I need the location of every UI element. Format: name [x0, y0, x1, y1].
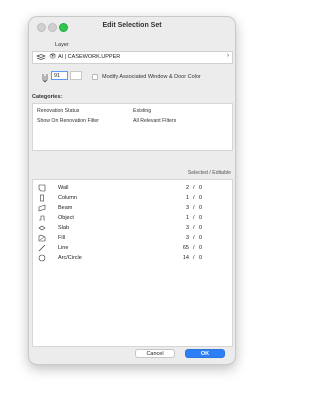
selected-count: 3	[185, 235, 189, 241]
list-item[interactable]: Column 1 / 0	[33, 193, 232, 203]
editable-count: 0	[199, 185, 203, 191]
item-name: Line	[58, 245, 69, 251]
layers-icon	[36, 54, 46, 60]
category-row[interactable]: Show On Renovation Filter All Relevant F…	[37, 118, 227, 124]
item-name: Beam	[58, 205, 73, 211]
selected-editable-header: Selected / Editable	[187, 170, 231, 176]
pen-number-field[interactable]: 91	[51, 71, 68, 80]
categories-table: Renovation Status Existing Show On Renov…	[32, 103, 233, 151]
list-item[interactable]: Object 1 / 0	[33, 213, 232, 223]
item-name: Column	[58, 195, 77, 201]
category-value: All Relevant Filters	[133, 118, 177, 124]
eye-icon: 👁	[49, 54, 57, 60]
categories-label: Categories:	[32, 94, 63, 100]
category-value: Existing	[133, 108, 152, 114]
item-name: Wall	[58, 185, 69, 191]
cancel-button[interactable]: Cancel	[135, 349, 175, 358]
separator: /	[193, 235, 195, 241]
separator: /	[193, 195, 195, 201]
pen-color-swatch[interactable]	[70, 71, 82, 80]
list-item[interactable]: Arc/Circle 14 / 0	[33, 253, 232, 263]
category-row[interactable]: Renovation Status Existing	[37, 108, 227, 114]
editable-count: 0	[199, 235, 203, 241]
editable-count: 0	[199, 245, 203, 251]
selected-count: 3	[185, 225, 189, 231]
pen-icon	[42, 74, 48, 83]
separator: /	[193, 215, 195, 221]
layer-label: Layer	[55, 42, 69, 48]
editable-count: 0	[199, 225, 203, 231]
list-item[interactable]: Wall 2 / 0	[33, 183, 232, 193]
editable-count: 0	[199, 215, 203, 221]
editable-count: 0	[199, 205, 203, 211]
selected-count: 3	[185, 205, 189, 211]
ok-button[interactable]: OK	[185, 349, 225, 358]
editable-count: 0	[199, 255, 203, 261]
item-name: Object	[58, 215, 74, 221]
slab-icon	[38, 225, 46, 231]
layer-selector[interactable]: 👁 AI | CASEWORK.UPPER ›	[32, 51, 233, 64]
fill-icon	[38, 234, 46, 242]
selected-count: 1	[185, 215, 189, 221]
list-item[interactable]: Fill 3 / 0	[33, 233, 232, 243]
item-name: Arc/Circle	[58, 255, 82, 261]
list-item[interactable]: Slab 3 / 0	[33, 223, 232, 233]
list-item[interactable]: Line 65 / 0	[33, 243, 232, 253]
category-name: Renovation Status	[37, 108, 80, 114]
title-bar: Edit Selection Set	[29, 17, 235, 37]
edit-selection-set-dialog: Edit Selection Set Layer 👁 AI | CASEWORK…	[28, 16, 236, 365]
separator: /	[193, 185, 195, 191]
modify-window-door-color-label: Modify Associated Window & Door Color	[102, 74, 201, 80]
editable-count: 0	[199, 195, 203, 201]
wall-icon	[38, 184, 46, 192]
separator: /	[193, 205, 195, 211]
category-name: Show On Renovation Filter	[37, 118, 99, 124]
arc-circle-icon	[38, 254, 46, 262]
selected-count: 65	[182, 245, 189, 251]
line-icon	[38, 244, 46, 252]
window-title: Edit Selection Set	[102, 22, 162, 29]
item-name: Fill	[58, 235, 66, 241]
object-icon	[39, 215, 45, 221]
list-item[interactable]: Beam 3 / 0	[33, 203, 232, 213]
selected-count: 1	[185, 195, 189, 201]
element-type-list: Wall 2 / 0 Column 1 / 0 Beam 3 / 0 Objec…	[32, 179, 233, 347]
selected-count: 14	[182, 255, 189, 261]
chevron-right-icon: ›	[227, 53, 229, 59]
separator: /	[193, 225, 195, 231]
item-name: Slab	[58, 225, 70, 231]
modify-window-door-color-checkbox[interactable]	[92, 74, 98, 80]
selected-count: 2	[185, 185, 189, 191]
beam-icon	[38, 204, 46, 212]
separator: /	[193, 245, 195, 251]
layer-value: AI | CASEWORK.UPPER	[58, 54, 121, 60]
column-icon	[40, 194, 44, 202]
separator: /	[193, 255, 195, 261]
